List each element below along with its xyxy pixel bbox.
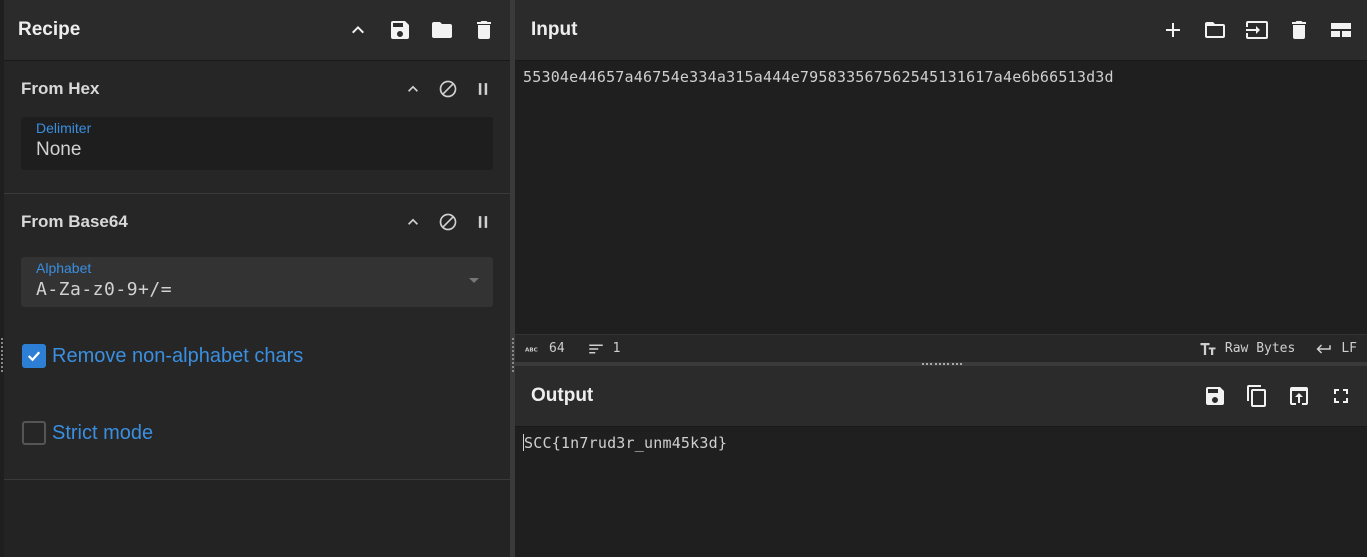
pause-icon[interactable] [473,79,493,99]
chevron-up-icon[interactable] [346,18,370,42]
alphabet-select[interactable]: Alphabet A-Za-z0-9+/= [21,257,493,307]
input-pane: Input 55304e44657a46754e334a315a444e7958… [515,0,1367,362]
input-textarea[interactable]: 55304e44657a46754e334a315a444e7958335675… [515,61,1367,93]
disable-icon[interactable] [438,212,458,232]
remove-non-alphabet-row[interactable]: Remove non-alphabet chars [22,344,303,368]
strict-mode-row[interactable]: Strict mode [22,421,153,445]
strict-mode-checkbox[interactable] [22,421,46,445]
input-title: Input [531,19,578,40]
open-folder-icon[interactable] [1203,18,1227,42]
input-header: Input [515,0,1367,61]
eol-value: LF [1341,341,1357,356]
chevron-up-icon[interactable] [403,79,423,99]
caret-down-icon [469,278,479,283]
operation-title: From Hex [21,79,100,98]
output-pane: Output SCC{1n7rud3r_unm45k3d} [515,366,1367,557]
input-file-icon[interactable] [1245,18,1269,42]
replace-input-icon[interactable] [1287,384,1311,408]
resize-grip-icon[interactable] [0,338,4,372]
operation-from-hex: From Hex Delimiter None [4,61,510,194]
recipe-title: Recipe [18,19,81,40]
output-text[interactable]: SCC{1n7rud3r_unm45k3d} [515,427,1367,459]
eol-selector[interactable]: LF [1315,340,1357,358]
save-icon[interactable] [1203,384,1227,408]
operation-from-base64: From Base64 Alphabet A-Za-z0-9+/= Remove… [4,194,510,480]
fullscreen-icon[interactable] [1329,384,1353,408]
abc-icon: ABC [525,347,538,353]
checkbox-label: Remove non-alphabet chars [52,344,304,367]
folder-icon[interactable] [430,18,454,42]
save-icon[interactable] [388,18,412,42]
operation-title: From Base64 [21,212,128,231]
input-status-bar: ABC 64 1 Raw Bytes LF [515,334,1367,362]
copy-icon[interactable] [1245,384,1269,408]
layout-icon[interactable] [1329,18,1353,42]
lines-icon [588,344,603,353]
length-indicator: ABC 64 [525,341,565,356]
disable-icon[interactable] [438,79,458,99]
output-value: SCC{1n7rud3r_unm45k3d} [524,434,728,452]
field-value: A-Za-z0-9+/= [36,279,173,300]
checkbox-label: Strict mode [52,421,154,444]
remove-non-alphabet-checkbox[interactable] [22,344,46,368]
encoding-selector[interactable]: Raw Bytes [1199,340,1295,358]
recipe-pane: Recipe From Hex Delimiter None From Base… [4,0,510,557]
delimiter-field[interactable]: Delimiter None [21,117,493,170]
output-header: Output [515,366,1367,427]
field-label: Alphabet [36,260,92,276]
chevron-up-icon[interactable] [403,212,423,232]
trash-icon[interactable] [472,18,496,42]
checkmark-icon [27,351,41,362]
plus-icon[interactable] [1161,18,1185,42]
pause-icon[interactable] [473,212,493,232]
svg-text:ABC: ABC [525,347,538,353]
field-value: None [36,139,82,160]
return-icon [1316,344,1332,353]
trash-icon[interactable] [1287,18,1311,42]
recipe-header: Recipe [4,0,510,61]
lines-indicator: 1 [587,340,621,358]
length-value: 64 [549,341,565,356]
field-label: Delimiter [36,120,92,136]
text-format-icon [1200,342,1216,355]
lines-value: 1 [612,341,621,356]
encoding-value: Raw Bytes [1224,341,1296,356]
output-title: Output [531,385,594,406]
